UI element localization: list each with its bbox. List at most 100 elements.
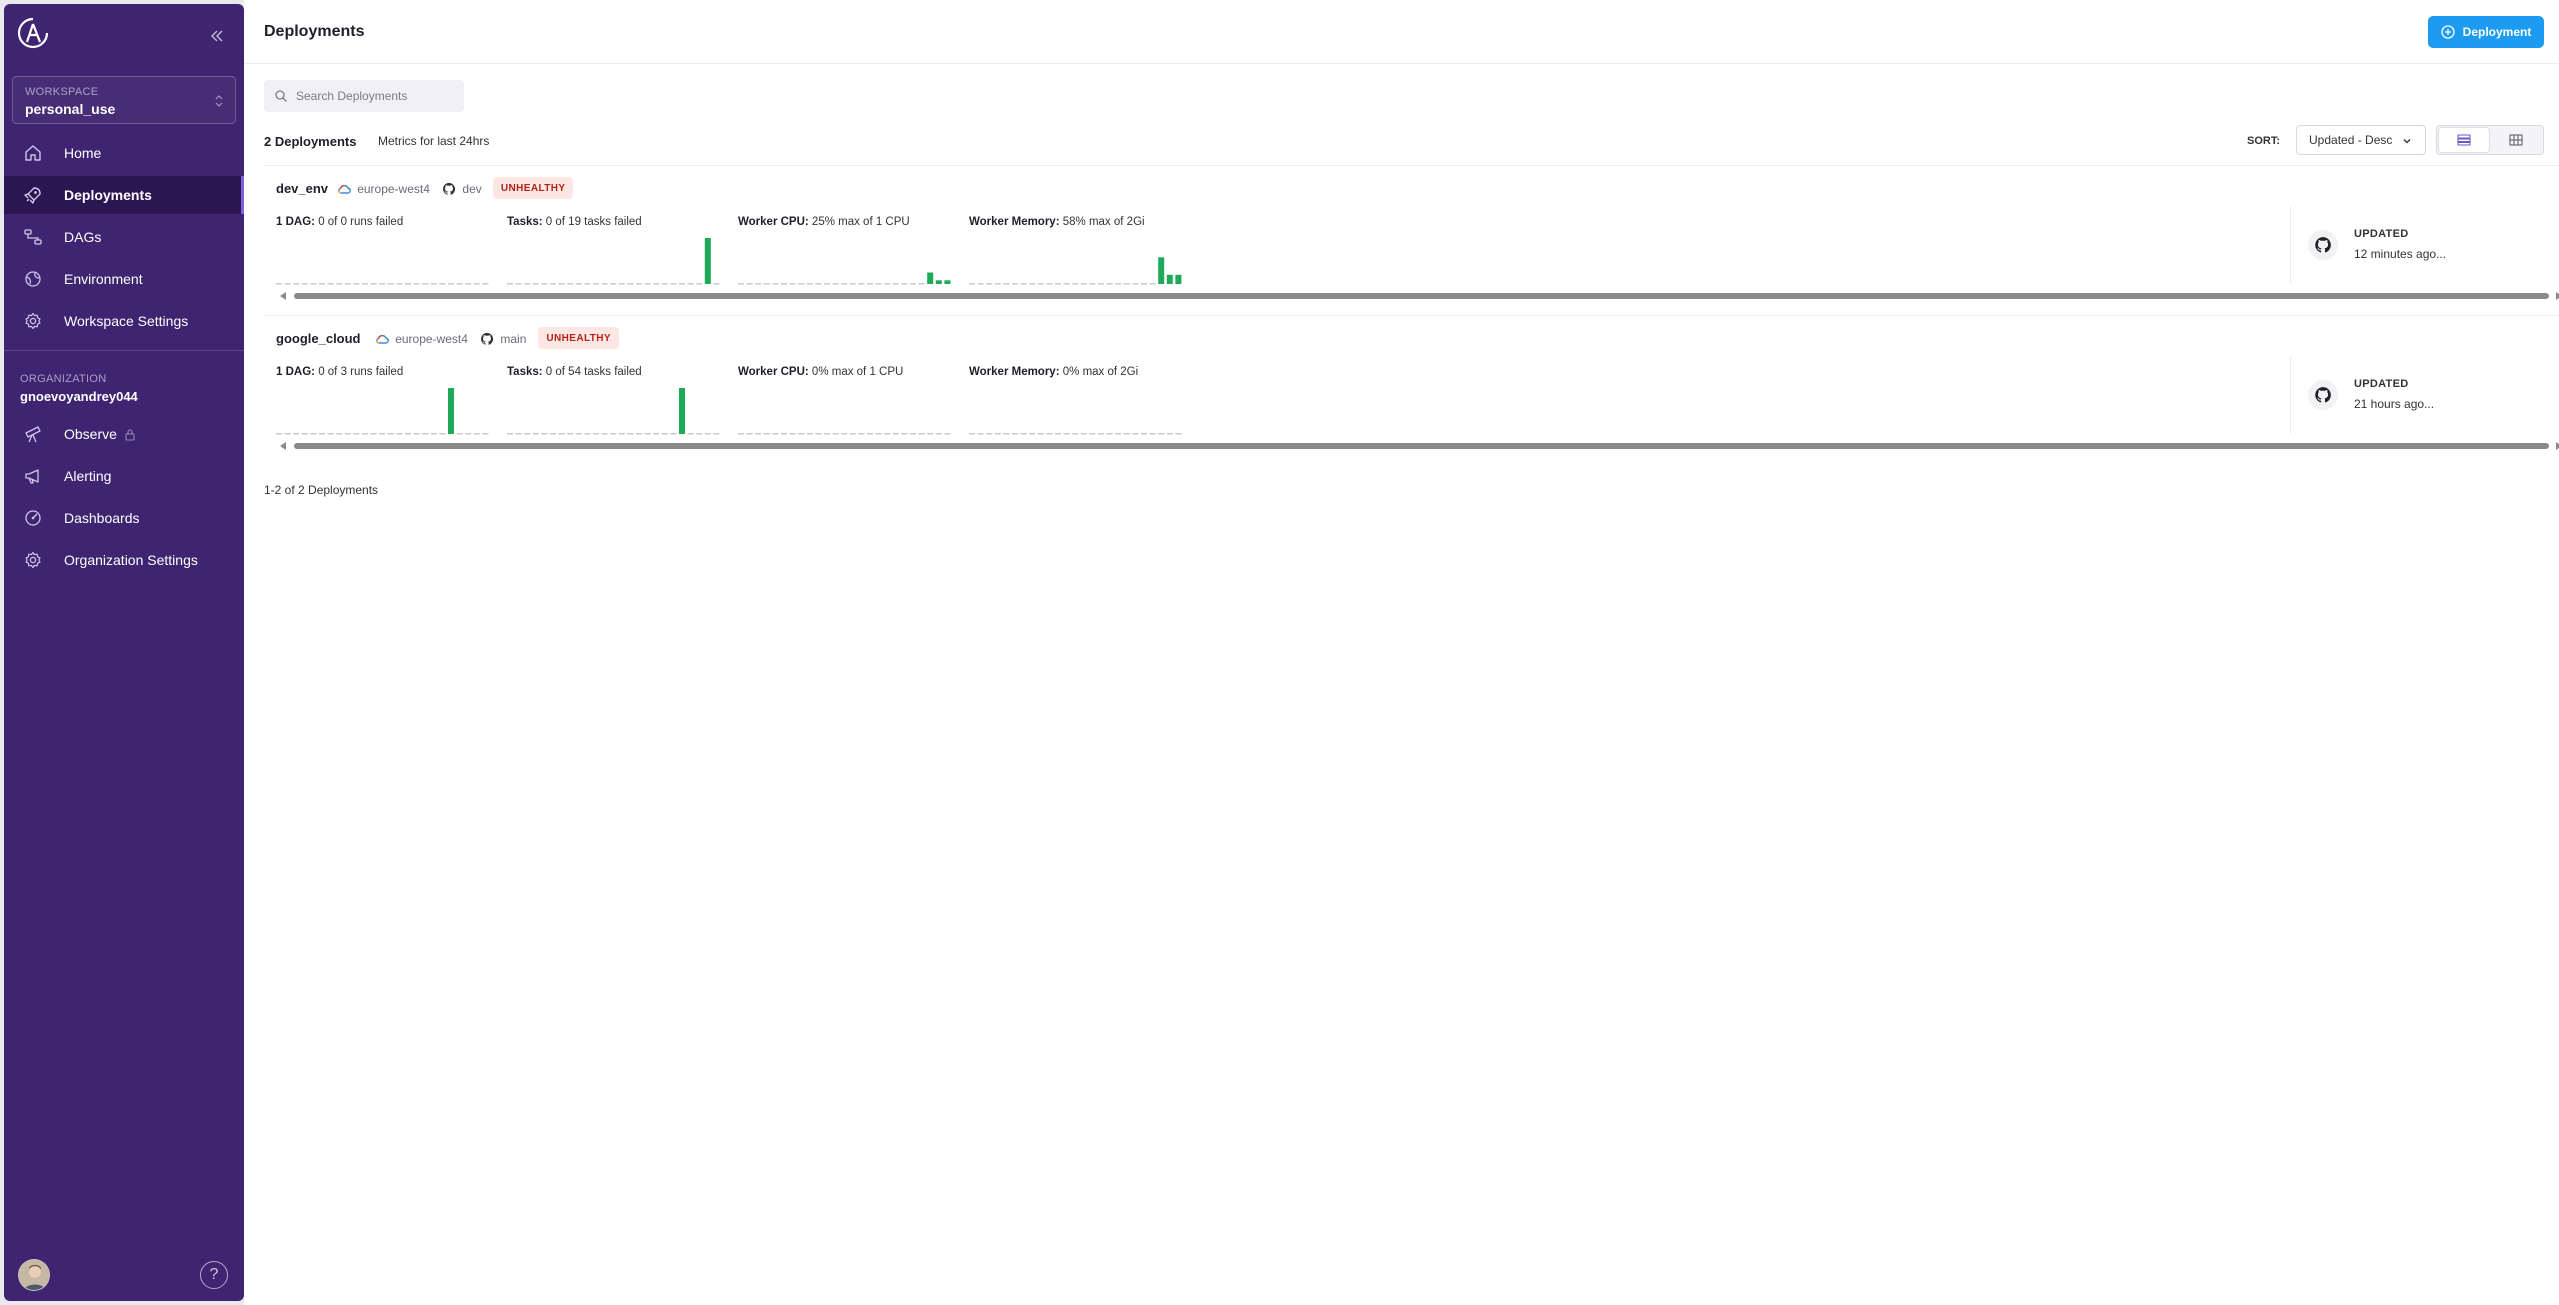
sparkline-baseline: [1012, 283, 1018, 285]
sidebar-item-label: Dashboards: [64, 510, 140, 526]
horizontal-scrollbar[interactable]: [276, 291, 2559, 301]
deployment-name[interactable]: google_cloud: [276, 331, 361, 346]
sparkline-baseline: [293, 433, 300, 435]
sparkline-baseline: [1141, 433, 1147, 435]
updated-divider: [2290, 356, 2291, 434]
sparkline-baseline: [276, 283, 282, 285]
sparkline-bar: [944, 280, 951, 284]
list-view-button[interactable]: [2439, 128, 2489, 152]
sparkline-baseline: [1020, 283, 1027, 285]
sparkline-baseline: [798, 433, 805, 435]
tasks-metric-label: Tasks:: [507, 216, 543, 228]
chevron-down-icon: [2403, 139, 2411, 144]
region-info: europe-west4: [375, 332, 468, 346]
scroll-left-arrow[interactable]: [280, 292, 286, 300]
help-button[interactable]: ?: [200, 1261, 228, 1289]
search-input[interactable]: [296, 80, 456, 112]
region-label: europe-west4: [395, 332, 468, 346]
sparkline-bar: [704, 238, 711, 284]
sparkline-baseline: [567, 433, 574, 435]
sparkline-baseline: [1123, 283, 1130, 285]
sparkline-baseline: [465, 433, 472, 435]
sort-select[interactable]: Updated - Desc: [2296, 125, 2426, 155]
sidebar-divider: [4, 350, 244, 351]
memory-metric-label: Worker Memory:: [969, 216, 1060, 228]
sidebar-item-workspace-settings[interactable]: Workspace Settings: [4, 302, 244, 340]
sparkline-baseline: [575, 433, 582, 435]
megaphone-icon: [22, 465, 44, 487]
sidebar-item-home[interactable]: Home: [4, 134, 244, 172]
sparkline-baseline: [884, 433, 891, 435]
collapse-sidebar-icon[interactable]: [209, 28, 225, 44]
sparkline-baseline: [1089, 283, 1096, 285]
sparkline-baseline: [336, 283, 343, 285]
sparkline-baseline: [815, 283, 822, 285]
sparkline-baseline: [310, 283, 317, 285]
sparkline-baseline: [456, 283, 463, 285]
deployment-name[interactable]: dev_env: [276, 181, 328, 196]
search-box: [264, 80, 464, 112]
tasks-sparkline: [507, 238, 720, 285]
horizontal-scrollbar[interactable]: [276, 441, 2559, 451]
sparkline-baseline: [396, 283, 403, 285]
sparkline-baseline: [789, 433, 796, 435]
sparkline-baseline: [661, 433, 668, 435]
astronomer-logo[interactable]: [16, 16, 50, 50]
deployment-row[interactable]: google_cloud europe-west4 main UNHEALTHY…: [264, 315, 2559, 465]
sidebar-item-environment[interactable]: Environment: [4, 260, 244, 298]
github-source[interactable]: [2308, 380, 2338, 410]
sidebar-item-label: Organization Settings: [64, 552, 198, 568]
sparkline-baseline: [806, 433, 813, 435]
sort-label: SORT:: [2247, 135, 2280, 147]
sparkline-baseline: [977, 283, 984, 285]
github-icon: [2315, 387, 2331, 403]
sparkline-baseline: [969, 283, 975, 285]
lock-icon: [125, 429, 135, 441]
dashboard-icon: [22, 507, 44, 529]
workspace-label: WORKSPACE: [25, 86, 99, 98]
sparkline-baseline: [301, 433, 308, 435]
grid-view-button[interactable]: [2491, 128, 2541, 152]
github-source[interactable]: [2308, 230, 2338, 260]
sparkline-baseline: [806, 283, 813, 285]
scroll-left-arrow[interactable]: [280, 442, 286, 450]
sidebar-item-observe[interactable]: Observe: [4, 415, 244, 453]
sparkline-baseline: [1055, 433, 1061, 435]
workspace-name: personal_use: [25, 101, 116, 117]
sparkline-baseline: [1166, 433, 1173, 435]
sparkline-baseline: [584, 433, 591, 435]
scrollbar-thumb[interactable]: [294, 293, 2549, 299]
sparkline-bar: [448, 388, 454, 434]
sparkline-baseline: [319, 283, 325, 285]
region-label: europe-west4: [357, 182, 430, 196]
sidebar-item-dags[interactable]: DAGs: [4, 218, 244, 256]
sparkline-baseline: [456, 433, 463, 435]
sparkline-baseline: [473, 283, 480, 285]
sidebar-item-organization-settings[interactable]: Organization Settings: [4, 541, 244, 579]
user-avatar[interactable]: [18, 1259, 50, 1291]
sidebar-item-dashboards[interactable]: Dashboards: [4, 499, 244, 537]
scrollbar-thumb[interactable]: [294, 443, 2549, 449]
workspace-switcher[interactable]: WORKSPACE personal_use: [12, 76, 236, 124]
sidebar-item-alerting[interactable]: Alerting: [4, 457, 244, 495]
sparkline-baseline: [405, 283, 411, 285]
sparkline-baseline: [387, 433, 394, 435]
sparkline-baseline: [1012, 433, 1018, 435]
sparkline-baseline: [755, 433, 762, 435]
sparkline-baseline: [644, 283, 651, 285]
search-icon: [275, 90, 287, 102]
sparkline-bar: [927, 272, 934, 284]
sparkline-baseline: [781, 433, 787, 435]
deployment-row[interactable]: dev_env europe-west4 dev UNHEALTHY 1 DAG…: [264, 165, 2559, 315]
sparkline-baseline: [276, 433, 282, 435]
sidebar-item-label: Deployments: [64, 187, 152, 203]
sparkline-baseline: [1037, 433, 1044, 435]
add-deployment-button[interactable]: Deployment: [2428, 16, 2544, 48]
region-info: europe-west4: [337, 182, 430, 196]
updated-time: 12 minutes ago...: [2354, 247, 2447, 261]
deployment-count: 2 Deployments: [264, 134, 357, 149]
sidebar-item-deployments[interactable]: Deployments: [4, 176, 244, 214]
sparkline-baseline: [977, 433, 984, 435]
sparkline-baseline: [567, 283, 574, 285]
sparkline-baseline: [704, 433, 711, 435]
